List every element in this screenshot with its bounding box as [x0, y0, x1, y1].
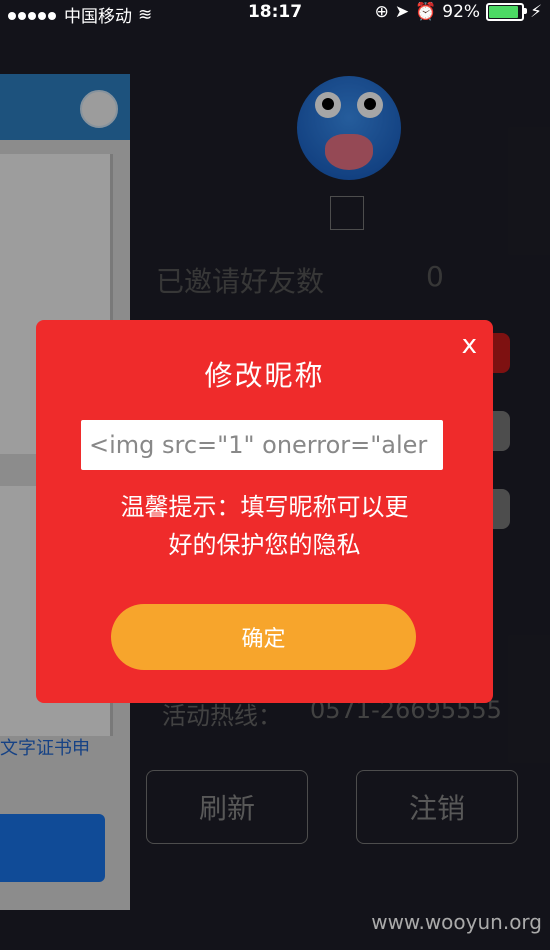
rotation-lock-icon: ⊕ [374, 2, 389, 22]
alarm-icon: ⏰ [415, 2, 437, 22]
charging-icon: ⚡ [530, 2, 542, 22]
dialog-title: 修改昵称 [204, 359, 325, 392]
edit-nickname-dialog: x 修改昵称 温馨提示：填写昵称可以更 好的保护您的隐私 确定 [36, 320, 493, 703]
confirm-button[interactable]: 确定 [111, 604, 416, 670]
privacy-hint-line1: 温馨提示：填写昵称可以更 [120, 493, 409, 521]
location-icon: ➤ [394, 2, 410, 22]
watermark: www.wooyun.org [371, 910, 542, 934]
privacy-hint: 温馨提示：填写昵称可以更 好的保护您的隐私 [36, 488, 493, 564]
status-bar: 中国移动 ≋ 18:17 ⊕ ➤ ⏰ 92% ⚡ [0, 0, 550, 27]
privacy-hint-line2: 好的保护您的隐私 [168, 531, 361, 559]
battery-percent: 92% [442, 2, 481, 22]
battery-icon [486, 3, 528, 21]
nickname-input[interactable] [81, 420, 443, 470]
